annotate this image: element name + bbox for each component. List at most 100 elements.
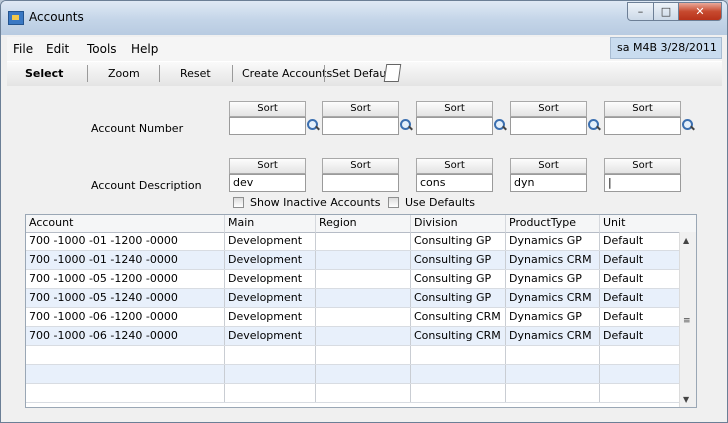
cell-main[interactable]: Development bbox=[225, 251, 316, 269]
show-inactive-checkbox[interactable] bbox=[233, 197, 244, 208]
cell-main[interactable]: Development bbox=[225, 232, 316, 250]
cell-region[interactable] bbox=[316, 308, 411, 326]
zoom-button[interactable]: Zoom bbox=[108, 67, 140, 80]
sort-button[interactable]: Sort bbox=[322, 101, 399, 117]
lookup-icon[interactable] bbox=[587, 118, 601, 133]
cell-account[interactable] bbox=[26, 384, 225, 402]
cell-producttype[interactable]: Dynamics GP bbox=[506, 232, 600, 250]
cell-unit[interactable]: Default bbox=[600, 327, 680, 345]
sort-button[interactable]: Sort bbox=[510, 158, 587, 174]
column-header-producttype[interactable]: ProductType bbox=[506, 215, 600, 232]
column-header-region[interactable]: Region bbox=[316, 215, 411, 232]
table-row[interactable]: 700 -1000 -06 -1240 -0000 Development Cons… bbox=[26, 327, 696, 346]
cell-division[interactable] bbox=[411, 365, 506, 383]
table-row[interactable] bbox=[26, 365, 696, 384]
cell-producttype[interactable] bbox=[506, 346, 600, 364]
cell-main[interactable]: Development bbox=[225, 289, 316, 307]
cell-main[interactable] bbox=[225, 346, 316, 364]
column-header-main[interactable]: Main bbox=[225, 215, 316, 232]
select-button[interactable]: Select bbox=[25, 67, 63, 80]
close-button[interactable]: ✕ bbox=[678, 2, 722, 21]
account-number-segment-3[interactable] bbox=[416, 117, 493, 135]
cell-main[interactable]: Development bbox=[225, 308, 316, 326]
menu-help[interactable]: Help bbox=[131, 42, 158, 56]
cell-producttype[interactable] bbox=[506, 365, 600, 383]
cell-region[interactable] bbox=[316, 270, 411, 288]
cell-producttype[interactable]: Dynamics GP bbox=[506, 270, 600, 288]
cell-producttype[interactable]: Dynamics CRM bbox=[506, 327, 600, 345]
cell-region[interactable] bbox=[316, 346, 411, 364]
column-header-unit[interactable]: Unit bbox=[600, 215, 680, 232]
sort-button[interactable]: Sort bbox=[416, 158, 493, 174]
cell-division[interactable]: Consulting GP bbox=[411, 289, 506, 307]
description-filter-1[interactable]: dev bbox=[229, 174, 306, 192]
cell-unit[interactable]: Default bbox=[600, 270, 680, 288]
table-row[interactable]: 700 -1000 -05 -1240 -0000 Development Cons… bbox=[26, 289, 696, 308]
scroll-up-arrow[interactable]: ▲ bbox=[683, 236, 689, 245]
cell-account[interactable]: 700 -1000 -06 -1240 -0000 bbox=[26, 327, 225, 345]
lookup-icon[interactable] bbox=[306, 118, 320, 133]
cell-unit[interactable]: Default bbox=[600, 232, 680, 250]
sort-button[interactable]: Sort bbox=[229, 158, 306, 174]
sort-button[interactable]: Sort bbox=[510, 101, 587, 117]
cell-producttype[interactable]: Dynamics CRM bbox=[506, 251, 600, 269]
cell-region[interactable] bbox=[316, 289, 411, 307]
table-row[interactable]: 700 -1000 -01 -1240 -0000 Development Cons… bbox=[26, 251, 696, 270]
reset-button[interactable]: Reset bbox=[180, 67, 211, 80]
cell-account[interactable]: 700 -1000 -05 -1200 -0000 bbox=[26, 270, 225, 288]
cell-division[interactable]: Consulting CRM bbox=[411, 327, 506, 345]
cell-account[interactable]: 700 -1000 -01 -1200 -0000 bbox=[26, 232, 225, 250]
accounts-grid[interactable]: Account Main Region Division ProductType… bbox=[25, 214, 697, 408]
vertical-scrollbar[interactable]: ▲ ≡ ▼ bbox=[679, 232, 696, 407]
account-number-segment-1[interactable] bbox=[229, 117, 306, 135]
cell-main[interactable]: Development bbox=[225, 327, 316, 345]
cell-region[interactable] bbox=[316, 384, 411, 402]
sort-button[interactable]: Sort bbox=[229, 101, 306, 117]
menu-tools[interactable]: Tools bbox=[87, 42, 117, 56]
cell-main[interactable] bbox=[225, 365, 316, 383]
scroll-down-arrow[interactable]: ▼ bbox=[683, 395, 689, 404]
cell-division[interactable]: Consulting GP bbox=[411, 232, 506, 250]
minimize-button[interactable]: – bbox=[627, 2, 654, 21]
note-icon[interactable] bbox=[383, 64, 402, 82]
lookup-icon[interactable] bbox=[399, 118, 413, 133]
description-filter-4[interactable]: dyn bbox=[510, 174, 587, 192]
account-number-segment-4[interactable] bbox=[510, 117, 587, 135]
cell-unit[interactable]: Default bbox=[600, 251, 680, 269]
description-filter-5[interactable]: | bbox=[604, 174, 681, 192]
column-header-division[interactable]: Division bbox=[411, 215, 506, 232]
table-row[interactable] bbox=[26, 346, 696, 365]
cell-unit[interactable]: Default bbox=[600, 289, 680, 307]
cell-region[interactable] bbox=[316, 327, 411, 345]
cell-account[interactable]: 700 -1000 -06 -1200 -0000 bbox=[26, 308, 225, 326]
cell-producttype[interactable]: Dynamics GP bbox=[506, 308, 600, 326]
lookup-icon[interactable] bbox=[493, 118, 507, 133]
account-number-segment-5[interactable] bbox=[604, 117, 681, 135]
menu-edit[interactable]: Edit bbox=[46, 42, 69, 56]
description-filter-2[interactable] bbox=[322, 174, 399, 192]
lookup-icon[interactable] bbox=[681, 118, 695, 133]
sort-button[interactable]: Sort bbox=[604, 158, 681, 174]
table-row[interactable]: 700 -1000 -05 -1200 -0000 Development Cons… bbox=[26, 270, 696, 289]
create-accounts-button[interactable]: Create Accounts bbox=[242, 67, 332, 80]
cell-producttype[interactable] bbox=[506, 384, 600, 402]
menu-file[interactable]: File bbox=[13, 42, 33, 56]
cell-unit[interactable] bbox=[600, 365, 680, 383]
cell-main[interactable] bbox=[225, 384, 316, 402]
cell-division[interactable] bbox=[411, 384, 506, 402]
cell-account[interactable] bbox=[26, 346, 225, 364]
cell-account[interactable] bbox=[26, 365, 225, 383]
cell-region[interactable] bbox=[316, 232, 411, 250]
scroll-thumb-grip[interactable]: ≡ bbox=[683, 316, 691, 326]
cell-main[interactable]: Development bbox=[225, 270, 316, 288]
use-defaults-checkbox[interactable] bbox=[388, 197, 399, 208]
cell-division[interactable] bbox=[411, 346, 506, 364]
cell-division[interactable]: Consulting GP bbox=[411, 251, 506, 269]
maximize-button[interactable]: □ bbox=[653, 2, 679, 21]
sort-button[interactable]: Sort bbox=[416, 101, 493, 117]
table-row[interactable]: 700 -1000 -01 -1200 -0000 Development Cons… bbox=[26, 232, 696, 251]
cell-account[interactable]: 700 -1000 -01 -1240 -0000 bbox=[26, 251, 225, 269]
table-row[interactable]: 700 -1000 -06 -1200 -0000 Development Cons… bbox=[26, 308, 696, 327]
description-filter-3[interactable]: cons bbox=[416, 174, 493, 192]
table-row[interactable] bbox=[26, 384, 696, 403]
